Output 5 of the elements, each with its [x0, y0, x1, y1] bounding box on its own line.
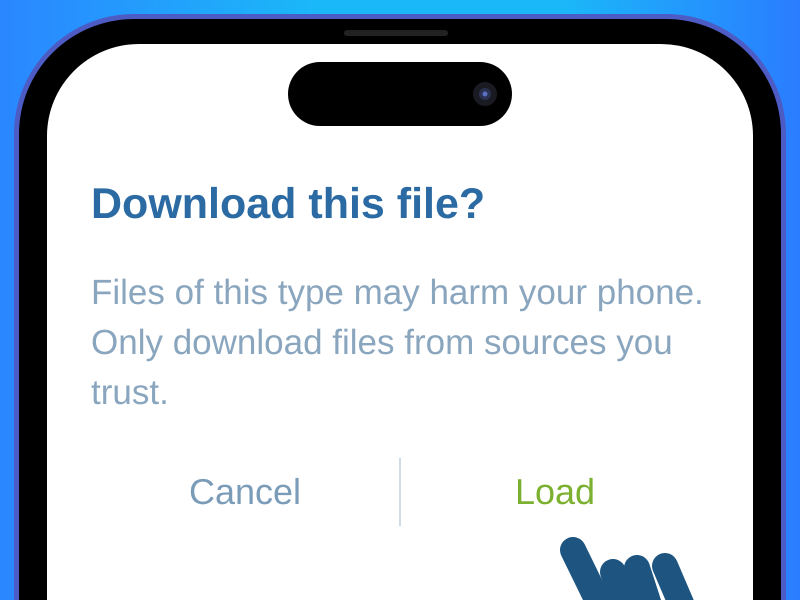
dialog-title: Download this file?	[91, 179, 486, 230]
camera-icon	[472, 81, 498, 107]
dialog-message: Files of this type may harm your phone. Only download files from sources you trust.	[91, 272, 705, 414]
confirm-button[interactable]: Load	[401, 461, 709, 523]
cancel-button[interactable]: Cancel	[91, 461, 399, 523]
